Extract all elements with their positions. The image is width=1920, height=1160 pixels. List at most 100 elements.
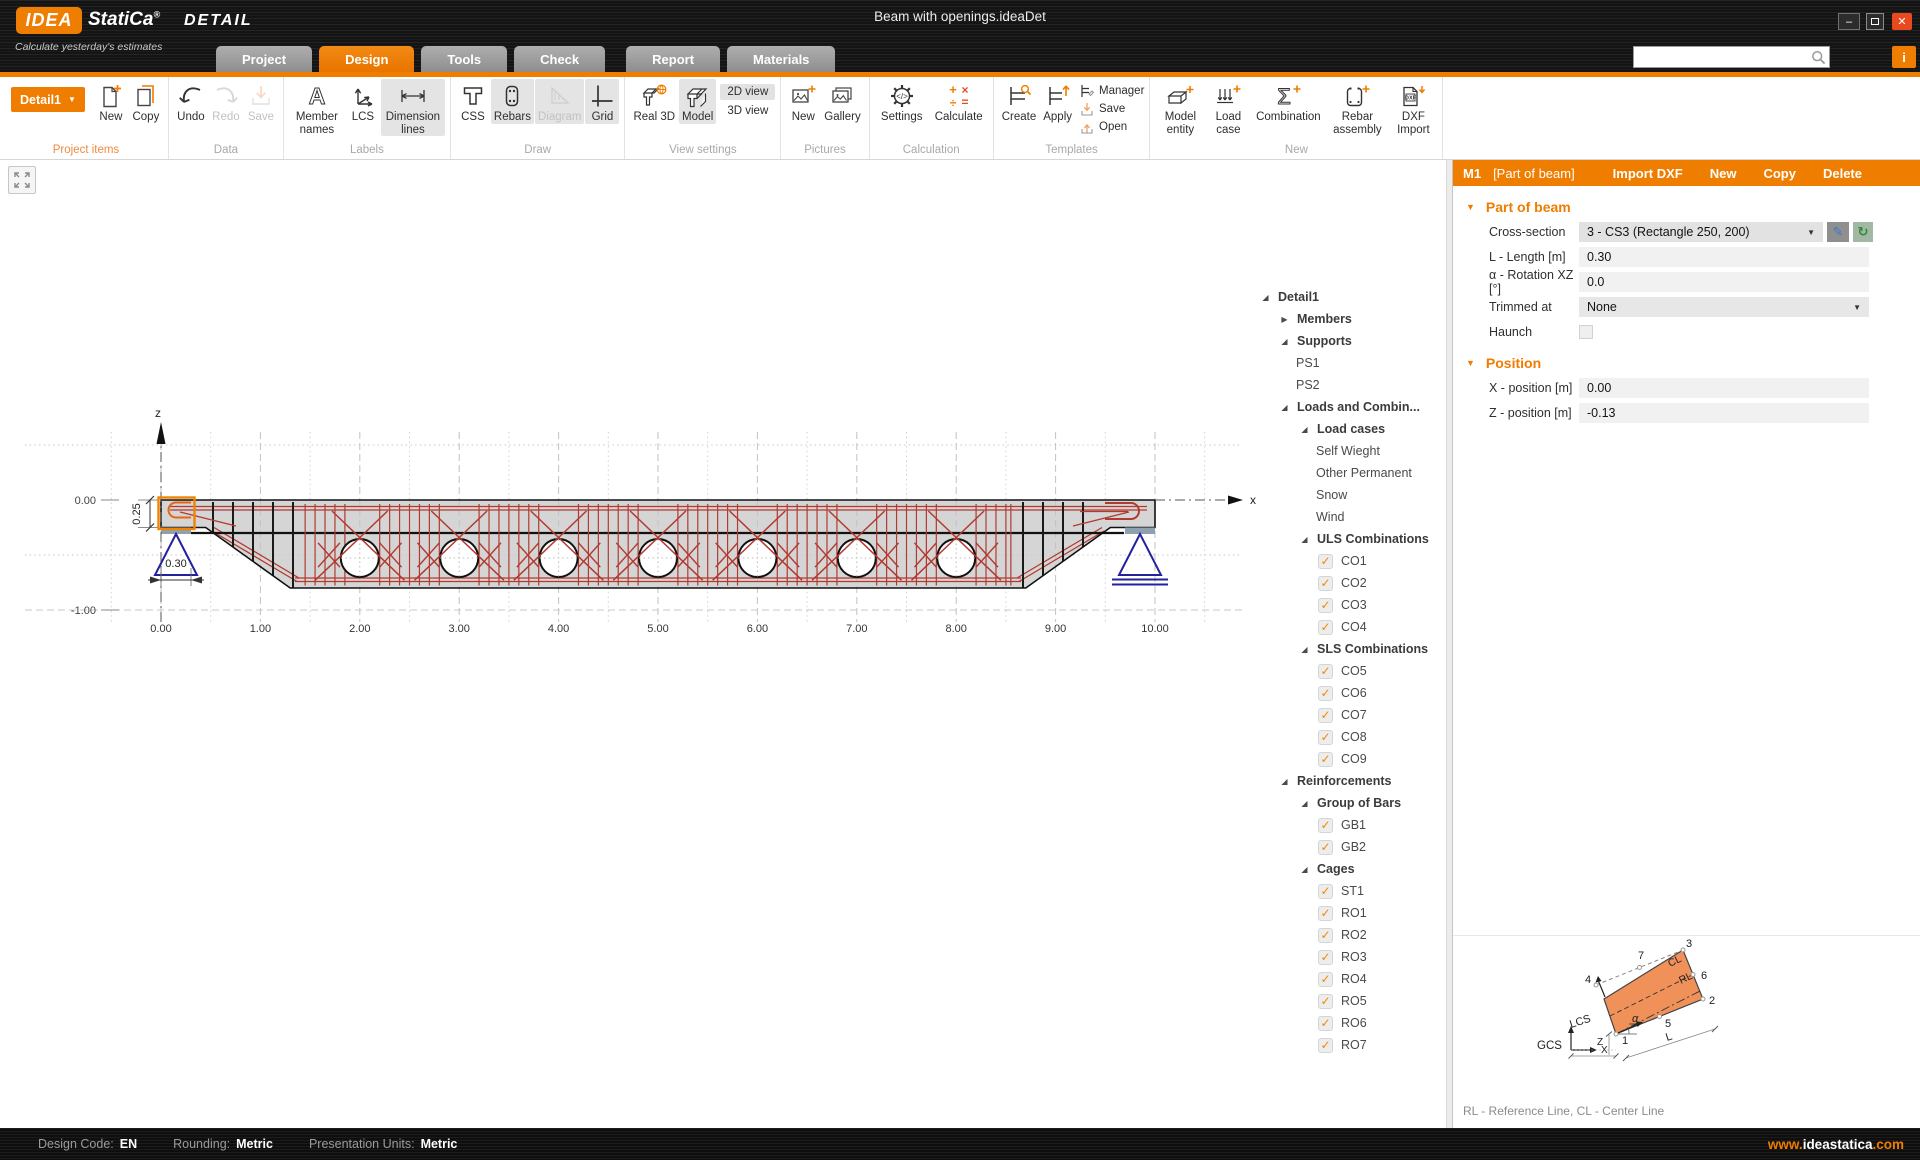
tree-item-co3[interactable]: ✓CO3 [1250, 594, 1444, 616]
tree-item-snow[interactable]: Snow [1250, 484, 1444, 506]
tree-item-load-cases[interactable]: ◢Load cases [1250, 418, 1444, 440]
checkbox-checked[interactable]: ✓ [1318, 1016, 1333, 1031]
length-input[interactable]: 0.30 [1579, 247, 1869, 267]
tree-item-co2[interactable]: ✓CO2 [1250, 572, 1444, 594]
zoom-extents-button[interactable] [8, 166, 36, 194]
create-template-button[interactable]: Create [999, 79, 1040, 124]
tree-item-group-of-bars[interactable]: ◢Group of Bars [1250, 792, 1444, 814]
dxf-import-button[interactable]: DXF DXF Import [1389, 79, 1437, 136]
diagram-button[interactable]: Diagram [535, 79, 584, 124]
checkbox-checked[interactable]: ✓ [1318, 752, 1333, 767]
tree-item-gb2[interactable]: ✓GB2 [1250, 836, 1444, 858]
detail-selector[interactable]: Detail1▼ [11, 87, 85, 112]
haunch-checkbox[interactable] [1579, 325, 1593, 339]
rotation-input[interactable]: 0.0 [1579, 272, 1869, 292]
tree-item-loads-and-combin[interactable]: ◢Loads and Combin... [1250, 396, 1444, 418]
tab-check[interactable]: Check [514, 46, 605, 72]
copy-project-item-button[interactable]: Copy [129, 79, 163, 124]
dimension-lines-button[interactable]: Dimension lines [381, 79, 445, 136]
checkbox-checked[interactable]: ✓ [1318, 884, 1333, 899]
tree-item-detail1[interactable]: ◢Detail1 [1250, 286, 1444, 308]
real-3d-button[interactable]: Real 3D [630, 79, 678, 124]
search-input[interactable] [1638, 47, 1806, 67]
load-case-button[interactable]: Load case [1206, 79, 1250, 136]
settings-button[interactable]: </> Settings [875, 79, 929, 124]
tree-item-ro5[interactable]: ✓RO5 [1250, 990, 1444, 1012]
website-link[interactable]: www.ideastatica.com [1768, 1137, 1920, 1152]
x-position-input[interactable]: 0.00 [1579, 378, 1869, 398]
checkbox-checked[interactable]: ✓ [1318, 708, 1333, 723]
tree-item-other-permanent[interactable]: Other Permanent [1250, 462, 1444, 484]
combination-button[interactable]: Σ Combination [1251, 79, 1325, 124]
close-button[interactable]: ✕ [1892, 13, 1912, 30]
save-button[interactable]: Save [244, 79, 278, 124]
checkbox-checked[interactable]: ✓ [1318, 598, 1333, 613]
tree-item-co8[interactable]: ✓CO8 [1250, 726, 1444, 748]
tree-item-ps1[interactable]: PS1 [1250, 352, 1444, 374]
checkbox-checked[interactable]: ✓ [1318, 840, 1333, 855]
checkbox-checked[interactable]: ✓ [1318, 664, 1333, 679]
checkbox-checked[interactable]: ✓ [1318, 818, 1333, 833]
member-names-button[interactable]: A Member names [289, 79, 345, 136]
tree-item-ro2[interactable]: ✓RO2 [1250, 924, 1444, 946]
model-canvas[interactable]: z x 0.00 -1.00 0.25 [0, 160, 1452, 1128]
tree-item-wind[interactable]: Wind [1250, 506, 1444, 528]
info-button[interactable]: i [1892, 46, 1916, 68]
rebars-button[interactable]: Rebars [491, 79, 534, 124]
tree-item-ro6[interactable]: ✓RO6 [1250, 1012, 1444, 1034]
tab-materials[interactable]: Materials [727, 46, 835, 72]
apply-template-button[interactable]: Apply [1040, 79, 1075, 124]
section-part-of-beam[interactable]: ▼ Part of beam [1466, 199, 1920, 215]
expander-expanded-icon[interactable]: ◢ [1299, 535, 1310, 544]
expander-expanded-icon[interactable]: ◢ [1260, 293, 1271, 302]
rebar-assembly-button[interactable]: Rebar assembly [1326, 79, 1388, 136]
template-save-button[interactable]: Save [1080, 102, 1144, 116]
refresh-cross-section-button[interactable]: ↻ [1853, 222, 1873, 242]
tree-item-ro1[interactable]: ✓RO1 [1250, 902, 1444, 924]
tree-item-self-wieght[interactable]: Self Wieght [1250, 440, 1444, 462]
tree-item-reinforcements[interactable]: ◢Reinforcements [1250, 770, 1444, 792]
checkbox-checked[interactable]: ✓ [1318, 620, 1333, 635]
import-dxf-button[interactable]: Import DXF [1613, 166, 1683, 181]
tree-item-members[interactable]: ▶Members [1250, 308, 1444, 330]
z-position-input[interactable]: -0.13 [1579, 403, 1869, 423]
tree-item-sls-combinations[interactable]: ◢SLS Combinations [1250, 638, 1444, 660]
tab-project[interactable]: Project [216, 46, 312, 72]
model-entity-button[interactable]: Model entity [1155, 79, 1205, 136]
tree-item-ro7[interactable]: ✓RO7 [1250, 1034, 1444, 1056]
tree-item-co1[interactable]: ✓CO1 [1250, 550, 1444, 572]
tab-design[interactable]: Design [319, 46, 414, 72]
new-button[interactable]: New [1710, 166, 1737, 181]
checkbox-checked[interactable]: ✓ [1318, 950, 1333, 965]
checkbox-checked[interactable]: ✓ [1318, 928, 1333, 943]
tree-item-st1[interactable]: ✓ST1 [1250, 880, 1444, 902]
cross-section-select[interactable]: 3 - CS3 (Rectangle 250, 200) ▼ [1579, 222, 1823, 242]
expander-expanded-icon[interactable]: ◢ [1279, 777, 1290, 786]
checkbox-checked[interactable]: ✓ [1318, 576, 1333, 591]
copy-button[interactable]: Copy [1763, 166, 1796, 181]
view-3d-button[interactable]: 3D view [720, 103, 775, 119]
tree-item-uls-combinations[interactable]: ◢ULS Combinations [1250, 528, 1444, 550]
tree-item-co9[interactable]: ✓CO9 [1250, 748, 1444, 770]
trimmed-at-select[interactable]: None ▼ [1579, 297, 1869, 317]
checkbox-checked[interactable]: ✓ [1318, 906, 1333, 921]
tree-item-supports[interactable]: ◢Supports [1250, 330, 1444, 352]
new-picture-button[interactable]: New [786, 79, 820, 124]
lcs-button[interactable]: LCS [346, 79, 380, 124]
tree-item-co4[interactable]: ✓CO4 [1250, 616, 1444, 638]
minimize-button[interactable]: – [1838, 13, 1860, 30]
maximize-button[interactable] [1866, 13, 1884, 30]
section-position[interactable]: ▼ Position [1466, 355, 1920, 371]
tree-item-ro3[interactable]: ✓RO3 [1250, 946, 1444, 968]
checkbox-checked[interactable]: ✓ [1318, 972, 1333, 987]
checkbox-checked[interactable]: ✓ [1318, 1038, 1333, 1053]
tree-item-co6[interactable]: ✓CO6 [1250, 682, 1444, 704]
tree-item-ro4[interactable]: ✓RO4 [1250, 968, 1444, 990]
expander-expanded-icon[interactable]: ◢ [1279, 337, 1290, 346]
template-open-button[interactable]: Open [1080, 120, 1144, 134]
tab-report[interactable]: Report [626, 46, 720, 72]
model-button[interactable]: Model [679, 79, 716, 124]
grid-button[interactable]: Grid [585, 79, 619, 124]
expander-expanded-icon[interactable]: ◢ [1299, 425, 1310, 434]
tree-item-co5[interactable]: ✓CO5 [1250, 660, 1444, 682]
